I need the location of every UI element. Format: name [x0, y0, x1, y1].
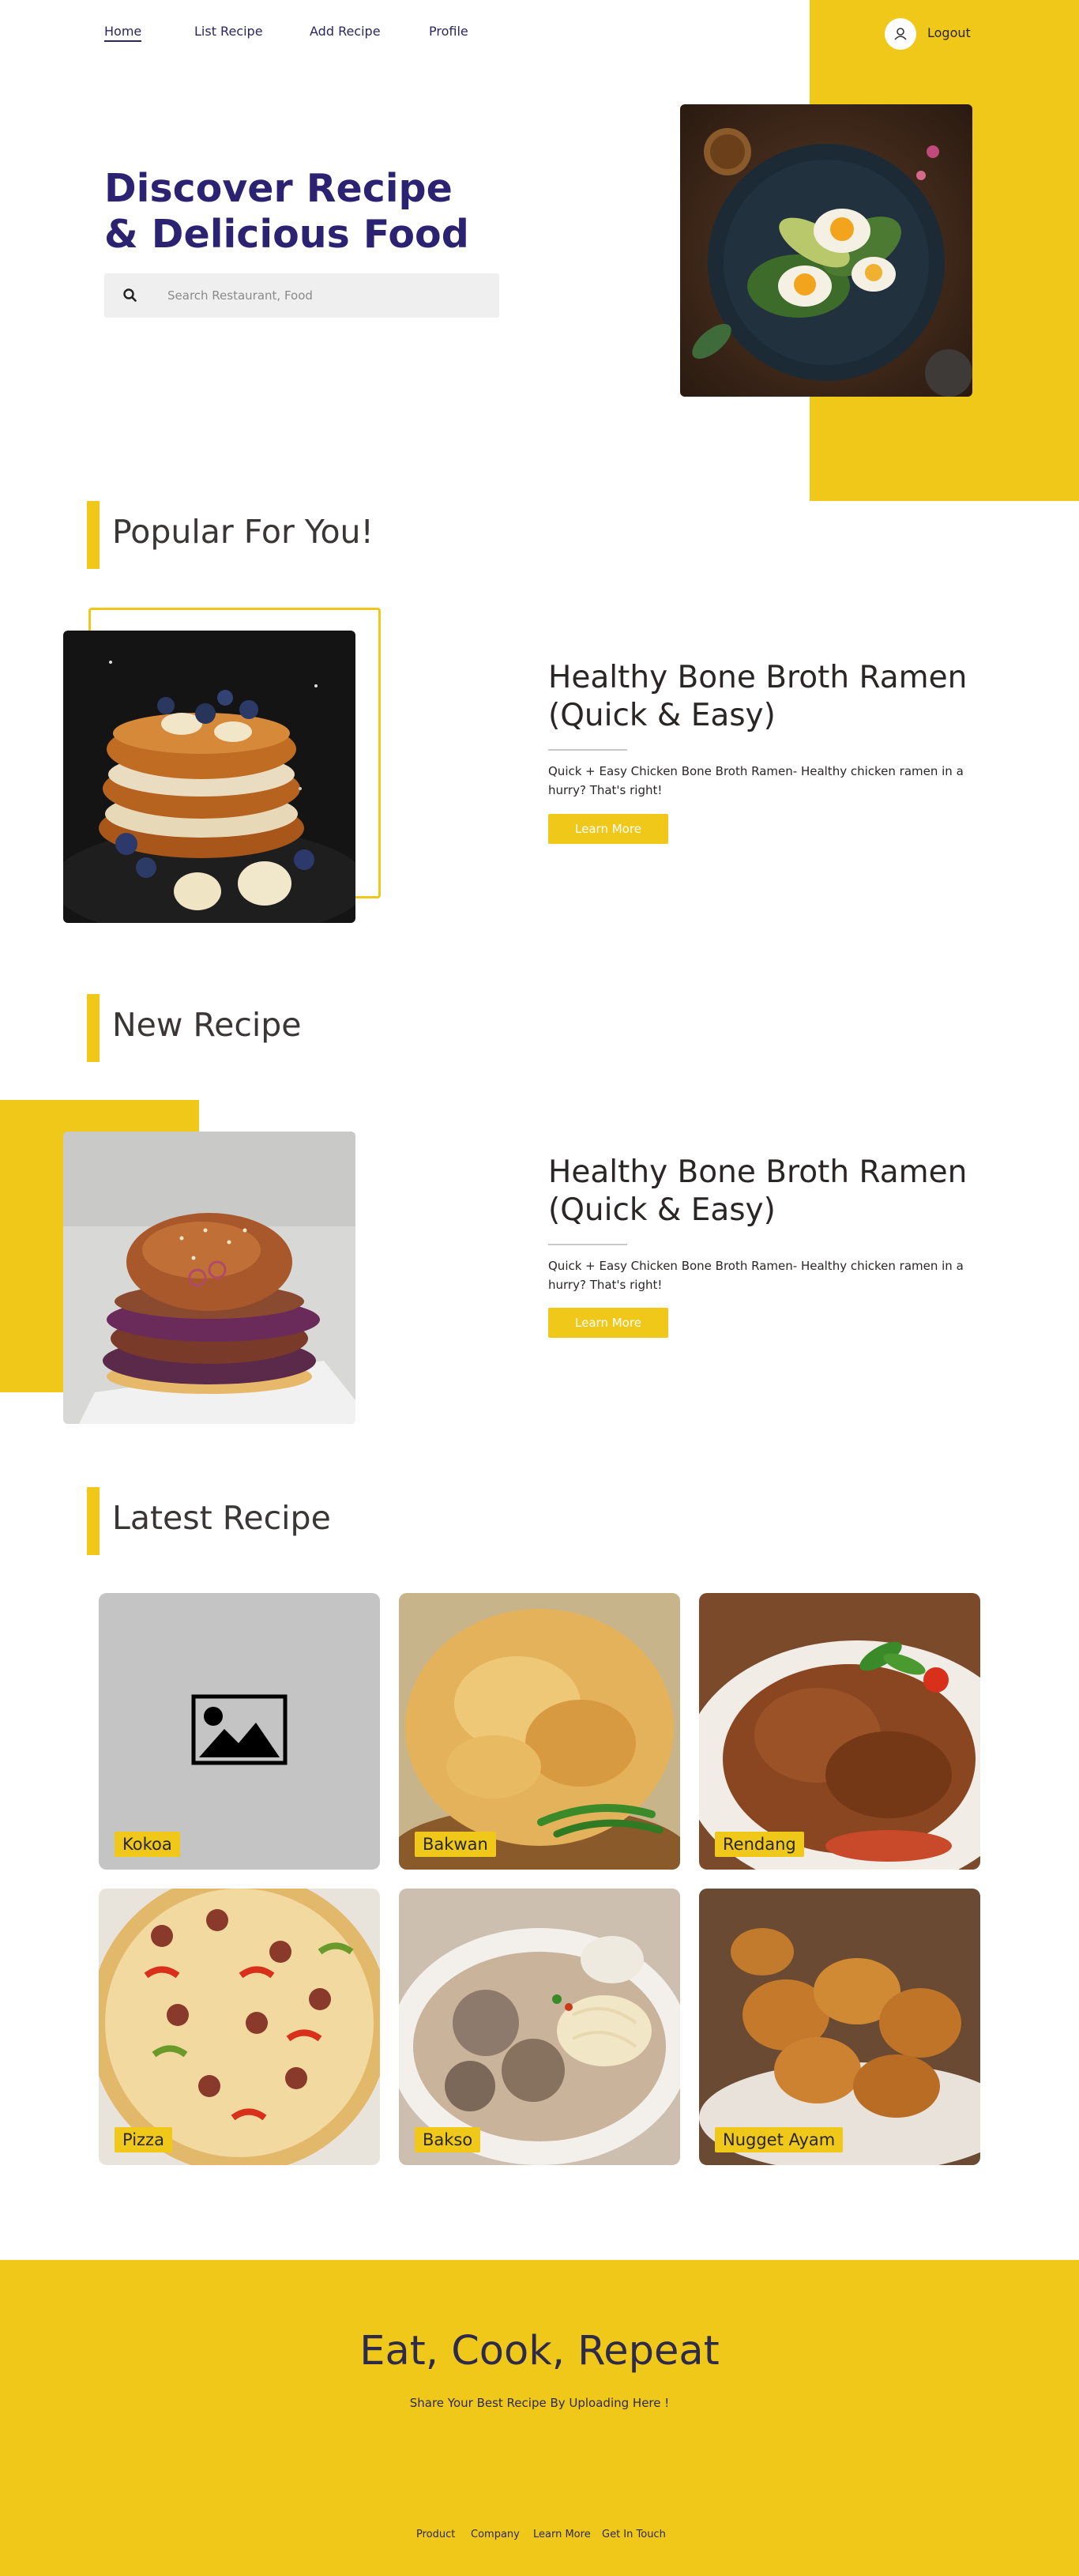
popular-learn-more-button[interactable]: Learn More — [548, 814, 668, 844]
nav-list-recipe[interactable]: List Recipe — [194, 24, 263, 39]
section-accent-bar — [87, 1487, 100, 1555]
popular-recipe-description: Quick + Easy Chicken Bone Broth Ramen- H… — [548, 764, 964, 797]
recipe-card-nugget-ayam[interactable]: Nugget Ayam — [699, 1889, 980, 2165]
pizza-image — [99, 1889, 380, 2165]
new-recipe-learn-more-button[interactable]: Learn More — [548, 1308, 668, 1338]
new-recipe-heading: New Recipe — [112, 1006, 302, 1044]
footer-link-company[interactable]: Company — [471, 2529, 520, 2540]
logout-button[interactable]: Logout — [885, 17, 979, 50]
bakso-image — [399, 1889, 680, 2165]
footer-subtitle: Share Your Best Recipe By Uploading Here… — [409, 2396, 670, 2410]
new-recipe-description: Quick + Easy Chicken Bone Broth Ramen- H… — [548, 1259, 964, 1292]
new-recipe-food-image — [63, 1132, 355, 1424]
recipe-card-label: Bakso — [415, 2127, 481, 2152]
hero-title: Discover Recipe & Delicious Food — [104, 166, 469, 257]
user-icon — [894, 28, 907, 40]
nugget-ayam-image — [699, 1889, 980, 2165]
section-accent-bar — [87, 501, 100, 569]
recipe-card-bakwan[interactable]: Bakwan — [399, 1593, 680, 1870]
footer-link-product[interactable]: Product — [416, 2529, 455, 2540]
avatar — [885, 18, 916, 50]
search-placeholder: Search Restaurant, Food — [167, 288, 313, 303]
footer-title: Eat, Cook, Repeat — [359, 2328, 720, 2375]
popular-recipe-title: Healthy Bone Broth Ramen (Quick & Easy) — [548, 660, 968, 733]
image-placeholder-icon — [191, 1694, 288, 1765]
recipe-card-label: Kokoa — [115, 1832, 180, 1857]
recipe-card-label: Pizza — [115, 2127, 172, 2152]
new-recipe-title: Healthy Bone Broth Ramen (Quick & Easy) — [548, 1154, 968, 1228]
hero-food-image — [680, 104, 972, 397]
search-icon — [123, 288, 137, 302]
footer-link-get-in-touch[interactable]: Get In Touch — [602, 2529, 666, 2540]
popular-food-image — [63, 631, 355, 923]
nav-add-recipe[interactable]: Add Recipe — [310, 24, 381, 39]
recipe-card-bakso[interactable]: Bakso — [399, 1889, 680, 2165]
search-input[interactable]: Search Restaurant, Food — [104, 273, 499, 318]
divider — [548, 749, 627, 751]
latest-heading: Latest Recipe — [112, 1499, 331, 1537]
recipe-card-rendang[interactable]: Rendang — [699, 1593, 980, 1870]
footer-link-learn-more[interactable]: Learn More — [533, 2529, 591, 2540]
nav-home[interactable]: Home — [104, 24, 142, 42]
rendang-image — [699, 1593, 980, 1870]
logout-label: Logout — [927, 25, 971, 40]
recipe-card-kokoa[interactable]: Kokoa — [99, 1593, 380, 1870]
popular-heading: Popular For You! — [112, 513, 374, 551]
recipe-card-pizza[interactable]: Pizza — [99, 1889, 380, 2165]
divider — [548, 1244, 627, 1245]
recipe-card-label: Bakwan — [415, 1832, 496, 1857]
recipe-card-label: Nugget Ayam — [715, 2127, 844, 2152]
section-accent-bar — [87, 994, 100, 1062]
bakwan-image — [399, 1593, 680, 1870]
nav-profile[interactable]: Profile — [429, 24, 468, 39]
recipe-card-label: Rendang — [715, 1832, 804, 1857]
